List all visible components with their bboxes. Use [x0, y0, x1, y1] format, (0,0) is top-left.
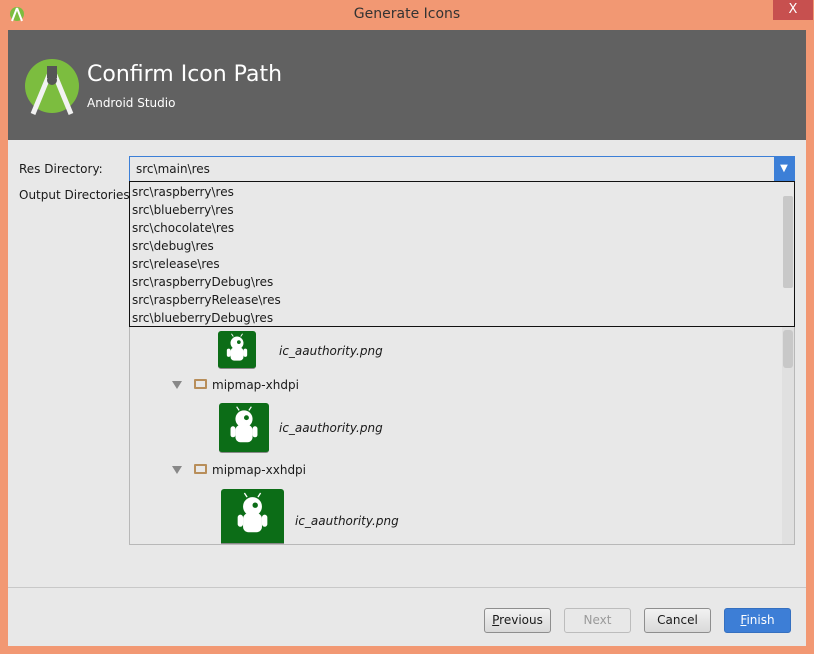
tree-scrollbar-thumb[interactable] — [783, 330, 793, 368]
previous-button[interactable]: Previous — [484, 608, 551, 633]
dropdown-option[interactable]: src\blueberry\res — [132, 201, 234, 219]
dropdown-option[interactable]: src\debug\res — [132, 237, 214, 255]
page-subtitle: Android Studio — [87, 96, 176, 110]
folder-label[interactable]: mipmap-xxhdpi — [212, 463, 306, 477]
android-robot-icon — [237, 492, 268, 533]
android-icon-preview — [218, 331, 256, 369]
folder-icon — [194, 464, 207, 474]
res-directory-dropdown[interactable]: src\raspberry\res src\blueberry\res src\… — [129, 181, 795, 327]
dropdown-option[interactable]: src\blueberryDebug\res — [132, 309, 273, 327]
chevron-down-icon[interactable]: ▼ — [774, 157, 794, 181]
expand-triangle-icon[interactable] — [172, 381, 182, 389]
file-name: ic_aauthority.png — [279, 421, 383, 435]
title-bar: Generate Icons X — [0, 0, 814, 30]
res-directory-combobox[interactable]: src\main\res ▼ — [129, 156, 795, 182]
res-directory-label: Res Directory: — [19, 162, 103, 176]
folder-icon — [194, 379, 207, 389]
folder-label[interactable]: mipmap-xhdpi — [212, 378, 299, 392]
finish-button[interactable]: Finish — [724, 608, 791, 633]
dropdown-option[interactable]: src\chocolate\res — [132, 219, 234, 237]
res-directory-value: src\main\res — [136, 162, 210, 176]
dropdown-option[interactable]: src\release\res — [132, 255, 220, 273]
dropdown-option[interactable]: src\raspberry\res — [132, 183, 234, 201]
file-name: ic_aauthority.png — [279, 344, 383, 358]
window-title: Generate Icons — [353, 6, 461, 22]
android-robot-icon — [226, 333, 248, 361]
android-icon-preview — [221, 489, 284, 544]
button-label: inish — [746, 613, 775, 627]
file-name: ic_aauthority.png — [295, 514, 399, 528]
output-directories-label: Output Directories: — [19, 188, 134, 202]
expand-triangle-icon[interactable] — [172, 466, 182, 474]
divider — [8, 587, 806, 588]
button-label: revious — [499, 613, 543, 627]
page-title: Confirm Icon Path — [87, 62, 283, 87]
android-studio-logo — [25, 59, 79, 115]
android-robot-icon — [230, 406, 258, 443]
close-button[interactable]: X — [773, 0, 813, 20]
next-button[interactable]: Next — [564, 608, 631, 633]
android-icon-preview — [219, 403, 269, 453]
cancel-button[interactable]: Cancel — [644, 608, 711, 633]
dropdown-option[interactable]: src\raspberryDebug\res — [132, 273, 273, 291]
dropdown-scrollbar-thumb[interactable] — [783, 196, 793, 288]
dropdown-option[interactable]: src\raspberryRelease\res — [132, 291, 281, 309]
